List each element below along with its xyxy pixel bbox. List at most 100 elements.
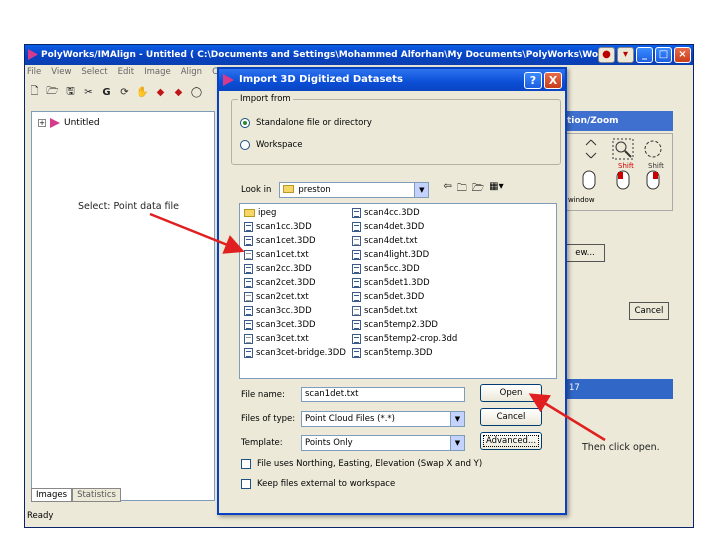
list-item[interactable]: scan1cet.3DD (244, 236, 316, 246)
file-name: scan5temp.3DD (364, 348, 433, 358)
text-file-icon (244, 334, 253, 344)
import-dialog: Import 3D Digitized Datasets ? X Import … (217, 67, 567, 515)
look-in-combo[interactable]: preston ▼ (279, 181, 430, 198)
view-button[interactable]: ew... (565, 244, 605, 262)
list-item[interactable]: scan5det.3DD (352, 292, 424, 302)
file-name: scan3cc.3DD (256, 306, 312, 316)
list-item[interactable]: scan4light.3DD (352, 250, 429, 260)
rotate-icon[interactable]: ⟳ (117, 85, 132, 100)
menu-image[interactable]: Image (144, 67, 171, 81)
cancel-button[interactable]: Cancel (480, 408, 542, 426)
view-tools: Shift Shift window (565, 133, 673, 211)
file-icon (352, 208, 361, 218)
advanced-button[interactable]: Advanced... (480, 432, 542, 450)
list-item[interactable]: scan2cet.txt (244, 292, 309, 302)
zoom-icon[interactable] (612, 138, 634, 160)
list-item[interactable]: scan5cc.3DD (352, 264, 420, 274)
check-northing[interactable]: File uses Northing, Easting, Elevation (… (241, 459, 482, 469)
dialog-close-button[interactable]: X (544, 72, 562, 89)
file-name: scan5temp2.3DD (364, 320, 438, 330)
list-item[interactable]: scan5det1.3DD (352, 278, 430, 288)
red-tool-1-icon[interactable]: ◆ (153, 85, 168, 100)
selected-list-item[interactable]: 17 (565, 379, 673, 399)
list-item[interactable]: scan2cc.3DD (244, 264, 312, 274)
list-item[interactable]: scan4det.3DD (352, 222, 424, 232)
list-item[interactable]: scan5temp2.3DD (352, 320, 438, 330)
text-file-icon (352, 236, 361, 246)
tree-item-untitled[interactable]: + Untitled (38, 118, 100, 128)
checkbox[interactable] (241, 479, 251, 489)
g-tool-icon[interactable]: G (99, 85, 114, 100)
maximize-button[interactable]: □ (655, 47, 672, 63)
radio-workspace[interactable]: Workspace (240, 140, 302, 150)
list-item[interactable]: scan5det.txt (352, 306, 417, 316)
file-name: scan2cc.3DD (256, 264, 312, 274)
new-file-icon[interactable]: 🗋 (27, 85, 42, 100)
app-title-bar: PolyWorks/IMAlign - Untitled ( C:\Docume… (25, 45, 693, 65)
save-icon[interactable]: 🖫 (63, 85, 78, 100)
list-item[interactable]: scan5temp2-crop.3dd (352, 334, 457, 344)
close-button[interactable]: × (674, 47, 691, 63)
list-item[interactable]: scan4det.txt (352, 236, 417, 246)
dialog-controls: ? X (524, 72, 562, 89)
radio-button[interactable] (240, 140, 250, 150)
expand-icon[interactable]: + (38, 119, 46, 127)
file-name: scan2cet.txt (256, 292, 309, 302)
file-name-label: File name: (241, 389, 285, 400)
list-item[interactable]: scan3cet.3DD (244, 320, 316, 330)
minimize-button[interactable]: _ (636, 47, 653, 63)
chevron-down-icon[interactable]: ▼ (450, 436, 464, 450)
tree-panel: + Untitled (31, 111, 215, 501)
list-item[interactable]: scan3cet-bridge.3DD (244, 348, 346, 358)
tab-statistics[interactable]: Statistics (72, 488, 121, 502)
dropdown-icon[interactable]: ▾ (617, 47, 634, 63)
view-menu-icon[interactable]: ▦▾ (489, 181, 503, 198)
window-menu-icon[interactable]: ● (598, 47, 615, 63)
checkbox[interactable] (241, 459, 251, 469)
menu-edit[interactable]: Edit (118, 67, 134, 81)
tab-images[interactable]: Images (31, 488, 73, 502)
menu-bar: File View Select Edit Image Align Conf (27, 67, 232, 81)
chevron-down-icon[interactable]: ▼ (450, 412, 464, 426)
chevron-down-icon[interactable]: ▼ (414, 182, 429, 197)
back-icon[interactable]: ⇦ (443, 181, 451, 198)
nav-toolbar: ⇦ 🗀 🗁 ▦▾ (443, 181, 503, 198)
list-item[interactable]: scan2cet.3DD (244, 278, 316, 288)
file-name: scan4cc.3DD (364, 208, 420, 218)
list-item[interactable]: scan3cc.3DD (244, 306, 312, 316)
list-item[interactable]: scan3cet.txt (244, 334, 309, 344)
menu-align[interactable]: Align (181, 67, 202, 81)
lasso-icon[interactable]: ◯ (189, 85, 204, 100)
list-item[interactable]: scan1cc.3DD (244, 222, 312, 232)
up-folder-icon[interactable]: 🗀 (457, 181, 467, 198)
open-button[interactable]: Open (480, 384, 542, 402)
cut-icon[interactable]: ✂ (81, 85, 96, 100)
list-item[interactable]: scan5temp.3DD (352, 348, 433, 358)
panel-cancel-button[interactable]: Cancel (629, 302, 669, 320)
file-name: scan1cc.3DD (256, 222, 312, 232)
list-item[interactable]: scan4cc.3DD (352, 208, 420, 218)
open-folder-icon[interactable]: 🗁 (45, 85, 60, 100)
file-icon (244, 264, 253, 274)
radio-button-selected[interactable] (240, 118, 250, 128)
dialog-title-bar: Import 3D Digitized Datasets ? X (219, 69, 565, 91)
pan-icon[interactable] (580, 138, 602, 160)
file-name-input[interactable]: scan1det.txt (301, 387, 465, 402)
help-button[interactable]: ? (524, 72, 542, 89)
list-item[interactable]: scan1cet.txt (244, 250, 309, 260)
check-external[interactable]: Keep files external to workspace (241, 479, 395, 489)
rotate-view-icon[interactable] (642, 138, 664, 160)
menu-select[interactable]: Select (81, 67, 107, 81)
file-name: scan5det.3DD (364, 292, 425, 302)
file-icon (352, 292, 361, 302)
advanced-button-label: Advanced... (482, 435, 540, 447)
radio-standalone[interactable]: Standalone file or directory (240, 118, 372, 128)
red-tool-2-icon[interactable]: ◆ (171, 85, 186, 100)
file-type-select[interactable]: Point Cloud Files (*.*) ▼ (301, 411, 465, 427)
hand-icon[interactable]: ✋ (135, 85, 150, 100)
list-item[interactable]: ipeg (244, 208, 276, 218)
new-folder-icon[interactable]: 🗁 (472, 181, 484, 198)
menu-view[interactable]: View (51, 67, 71, 81)
menu-file[interactable]: File (27, 67, 41, 81)
template-select[interactable]: Points Only ▼ (301, 435, 465, 451)
